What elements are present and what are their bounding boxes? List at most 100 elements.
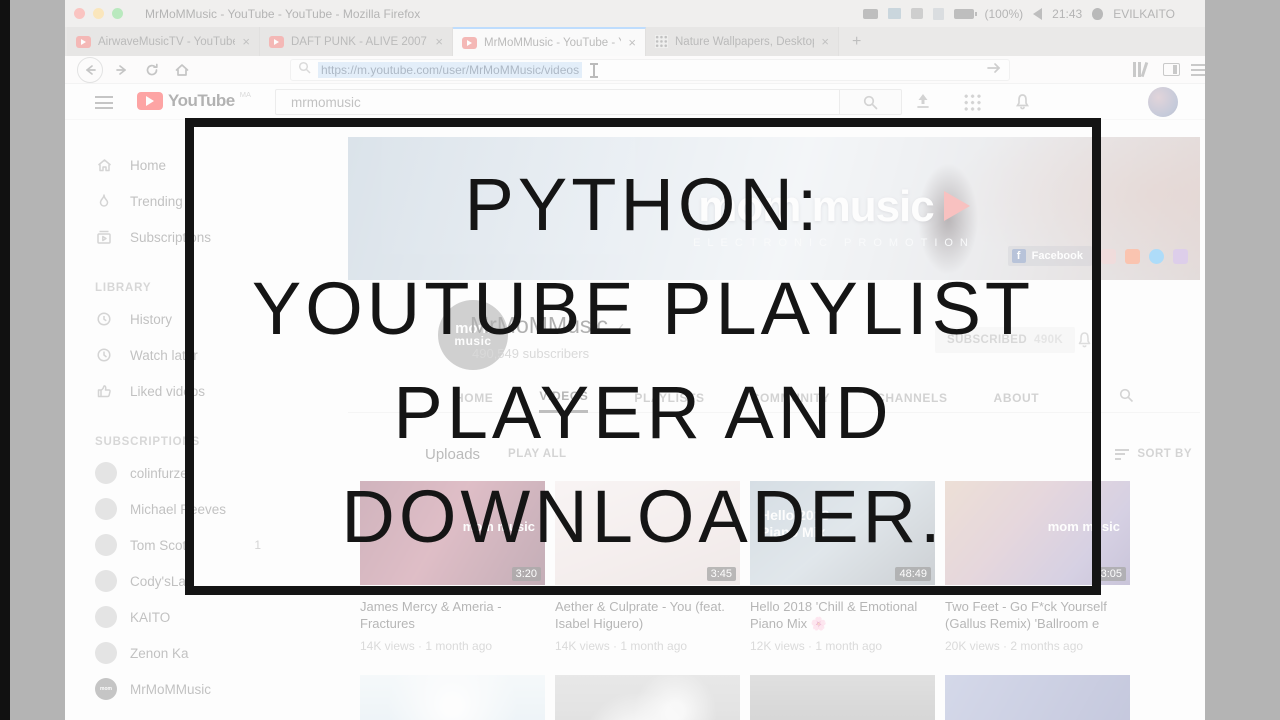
youtube-favicon — [76, 35, 91, 48]
sidebar-channel-mrmommusic[interactable]: mom MrMoMMusic — [65, 671, 303, 707]
video-card[interactable] — [555, 675, 740, 720]
tab-close-icon[interactable]: × — [821, 34, 829, 49]
channel-avatar — [95, 534, 117, 556]
watch-later-clock-icon — [95, 347, 113, 363]
thumbnail-art — [555, 675, 740, 720]
video-thumbnail[interactable] — [360, 675, 545, 720]
url-text-selected[interactable]: https://m.youtube.com/user/MrMoMMusic/vi… — [318, 62, 583, 78]
video-title[interactable]: James Mercy & Ameria - Fractures — [360, 598, 545, 632]
history-icon — [95, 311, 113, 327]
screen-left-edge — [0, 0, 10, 720]
home-icon — [95, 157, 113, 173]
account-avatar[interactable] — [1148, 87, 1178, 117]
screenshot-icon[interactable] — [888, 8, 902, 19]
video-title[interactable]: Hello 2018 'Chill & Emotional Piano Mix … — [750, 598, 935, 632]
upload-icon[interactable] — [913, 92, 933, 115]
video-card[interactable] — [360, 675, 545, 720]
hamburger-menu-icon[interactable] — [1191, 64, 1205, 79]
browser-navbar: https://m.youtube.com/user/MrMoMMusic/vi… — [65, 56, 1205, 84]
video-title-overlay: PYTHON: YOUTUBE PLAYLIST PLAYER AND DOWN… — [185, 153, 1101, 569]
window-title: MrMoMMusic - YouTube - YouTube - Mozilla… — [145, 6, 421, 21]
volume-icon[interactable] — [1033, 7, 1043, 20]
channel-avatar — [95, 642, 117, 664]
tab-close-icon[interactable]: × — [435, 34, 443, 49]
thumbnail-stage: MrMoMMusic - YouTube - YouTube - Mozilla… — [0, 0, 1280, 720]
youtube-favicon — [462, 36, 477, 49]
video-thumbnail[interactable] — [555, 675, 740, 720]
twitter-icon[interactable] — [1149, 248, 1164, 264]
username: EVILKAITO — [1113, 6, 1175, 21]
youtube-favicon — [269, 35, 284, 48]
video-title[interactable]: Two Feet - Go F*ck Yourself (Gallus Remi… — [945, 598, 1130, 632]
video-thumbnail[interactable]: mom — [945, 675, 1130, 720]
browser-tab-mrmommusic-active[interactable]: MrMoMMusic - YouTube - You × — [453, 27, 646, 56]
text-cursor — [590, 62, 599, 78]
forward-button[interactable] — [109, 57, 135, 83]
youtube-play-icon — [137, 92, 163, 110]
system-tray: (100%) 21:43 EVILKAITO — [863, 7, 1205, 21]
minimize-window-button[interactable] — [93, 8, 104, 19]
channel-avatar — [95, 570, 117, 592]
back-button[interactable] — [77, 57, 103, 83]
browser-tab-daftpunk[interactable]: DAFT PUNK - ALIVE 2007 (OF × — [260, 27, 453, 56]
sort-by-button[interactable]: SORT BY — [1115, 446, 1192, 462]
youtube-logo[interactable]: YouTube MA — [137, 90, 251, 110]
browser-tab-strip: AirwaveMusicTV - YouTube - × DAFT PUNK -… — [65, 27, 1205, 56]
video-meta: 20K views · 2 months ago — [945, 639, 1084, 653]
browser-tab-wallpapers[interactable]: Nature Wallpapers, Desktop × — [646, 27, 839, 56]
new-tab-button[interactable]: + — [839, 27, 874, 56]
battery-percent: (100%) — [984, 6, 1024, 21]
maximize-window-button[interactable] — [112, 8, 123, 19]
library-icon[interactable] — [1133, 61, 1148, 78]
overlay-line-4: DOWNLOADER. — [341, 475, 945, 558]
youtube-header: YouTube MA mrmomusic — [65, 84, 1205, 120]
home-button[interactable] — [169, 57, 195, 83]
video-thumbnail[interactable]: mo — [750, 675, 935, 720]
channel-avatar — [95, 498, 117, 520]
subscriptions-icon — [95, 229, 113, 245]
sort-icon — [1115, 446, 1130, 462]
window-titlebar: MrMoMMusic - YouTube - YouTube - Mozilla… — [65, 0, 1205, 27]
thumbs-up-icon — [95, 383, 113, 399]
browser-tab-airwavemusictv[interactable]: AirwaveMusicTV - YouTube - × — [67, 27, 260, 56]
youtube-search-input[interactable]: mrmomusic — [275, 89, 840, 115]
sidebar-channel-kaito[interactable]: KAITO — [65, 599, 303, 635]
tab-close-icon[interactable]: × — [242, 34, 250, 49]
sidebar-toggle-icon[interactable] — [1163, 63, 1180, 76]
video-card[interactable]: mo — [750, 675, 935, 720]
battery-icon — [954, 8, 978, 19]
sidebar-channel-zenon-ka[interactable]: Zenon Ka — [65, 635, 303, 671]
keyboard-layout-icon[interactable] — [911, 8, 924, 19]
wallpaper-site-favicon — [655, 35, 668, 48]
social-link-icon[interactable] — [1101, 248, 1116, 264]
thumbnail-art — [360, 675, 545, 720]
tab-close-icon[interactable]: × — [628, 35, 636, 50]
video-title[interactable]: Aether & Culprate - You (feat. Isabel Hi… — [555, 598, 740, 632]
youtube-region-code: MA — [239, 90, 251, 99]
channel-search-icon[interactable] — [1119, 388, 1134, 408]
reload-button[interactable] — [139, 57, 165, 83]
notifications-bell-icon[interactable] — [1013, 92, 1032, 116]
video-meta: 12K views · 1 month ago — [750, 639, 883, 653]
instagram-icon[interactable] — [1173, 248, 1188, 264]
screen-record-icon[interactable] — [863, 8, 879, 19]
trending-flame-icon — [95, 193, 113, 209]
apple-menu-icon[interactable] — [1092, 7, 1104, 20]
overlay-line-3: PLAYER AND — [393, 371, 893, 454]
clock: 21:43 — [1052, 6, 1083, 21]
clipboard-icon[interactable] — [933, 7, 945, 20]
youtube-guide-icon[interactable] — [95, 96, 113, 113]
go-arrow-icon[interactable] — [986, 61, 1002, 80]
video-card[interactable]: mom — [945, 675, 1130, 720]
channel-avatar — [95, 462, 117, 484]
url-bar[interactable]: https://m.youtube.com/user/MrMoMMusic/vi… — [290, 59, 1010, 81]
youtube-search-button[interactable] — [840, 89, 902, 115]
overlay-line-2: YOUTUBE PLAYLIST — [251, 267, 1035, 350]
video-grid-row-2: mo mom — [360, 675, 1130, 720]
soundcloud-icon[interactable] — [1125, 248, 1140, 264]
video-meta: 14K views · 1 month ago — [360, 639, 493, 653]
overlay-line-1: PYTHON: — [464, 163, 822, 246]
youtube-apps-icon[interactable] — [963, 93, 981, 111]
search-icon — [298, 61, 311, 79]
close-window-button[interactable] — [74, 8, 85, 19]
